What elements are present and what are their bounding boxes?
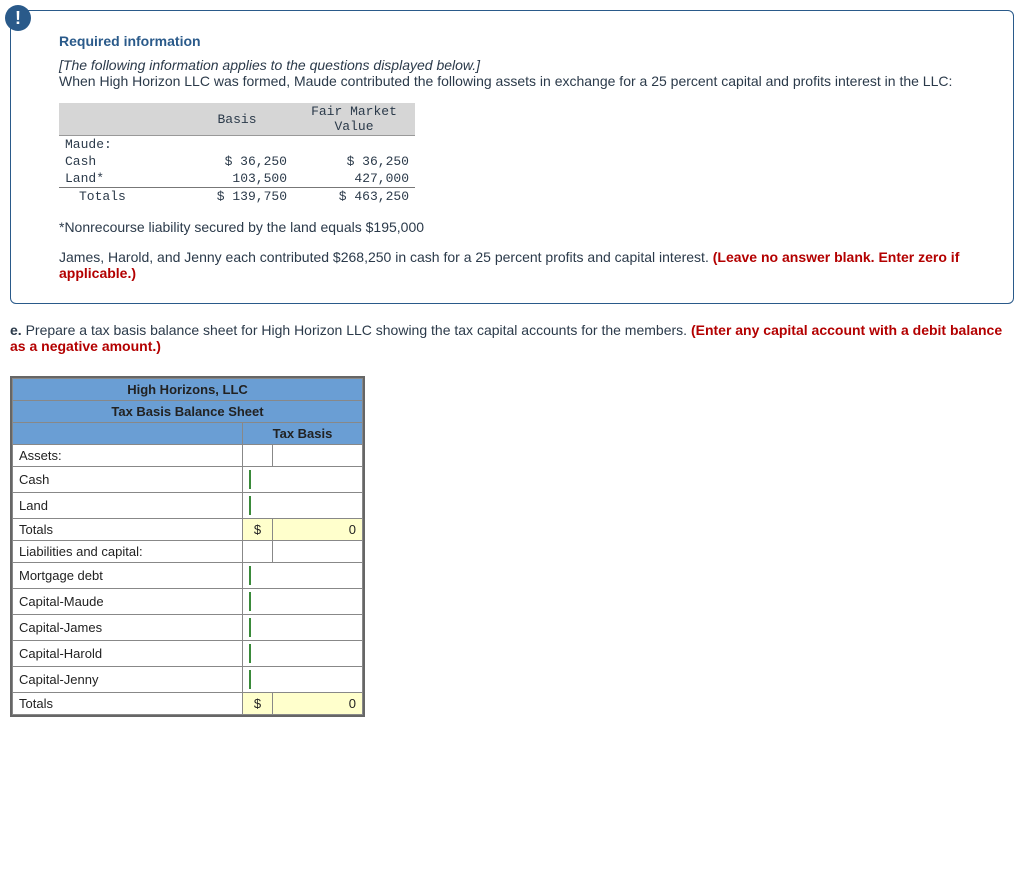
- partner-contrib-text: James, Harold, and Jenny each contribute…: [59, 249, 985, 281]
- bs-subtitle: Tax Basis Balance Sheet: [13, 401, 363, 423]
- bs-assets-header: Assets:: [13, 445, 243, 467]
- bs-liab-header: Liabilities and capital:: [13, 541, 243, 563]
- required-info-box: ! Required information [The following in…: [10, 10, 1014, 304]
- row-land-basis: 103,500: [181, 170, 293, 188]
- col-basis: Basis: [181, 103, 293, 136]
- intro-text: When High Horizon LLC was formed, Maude …: [59, 73, 985, 89]
- balance-sheet-table: High Horizons, LLC Tax Basis Balance She…: [12, 378, 363, 715]
- bs-liab-totals-sym: $: [243, 693, 273, 715]
- owner-label: Maude:: [59, 136, 181, 154]
- footnote: *Nonrecourse liability secured by the la…: [59, 219, 985, 235]
- row-cash-basis: $ 36,250: [181, 153, 293, 170]
- bs-assets-totals-val: 0: [273, 519, 363, 541]
- input-cap-james[interactable]: [249, 618, 356, 637]
- question-e: e. Prepare a tax basis balance sheet for…: [10, 322, 1014, 354]
- row-cash-fmv: $ 36,250: [293, 153, 415, 170]
- input-cash[interactable]: [249, 470, 356, 489]
- bs-row-cap-harold: Capital-Harold: [13, 641, 243, 667]
- bs-assets-totals-label: Totals: [13, 519, 243, 541]
- alert-icon: !: [5, 5, 31, 31]
- bs-row-cap-james: Capital-James: [13, 615, 243, 641]
- input-cap-jenny[interactable]: [249, 670, 356, 689]
- row-totals-label: Totals: [59, 188, 181, 206]
- balance-sheet-container: High Horizons, LLC Tax Basis Balance She…: [10, 376, 365, 717]
- bs-row-land: Land: [13, 493, 243, 519]
- bs-title: High Horizons, LLC: [13, 379, 363, 401]
- info-applies-hint: [The following information applies to th…: [59, 57, 985, 73]
- bs-liab-totals-val: 0: [273, 693, 363, 715]
- input-cap-harold[interactable]: [249, 644, 356, 663]
- bs-row-mortgage: Mortgage debt: [13, 563, 243, 589]
- row-land-fmv: 427,000: [293, 170, 415, 188]
- row-land-label: Land*: [59, 170, 181, 188]
- bs-row-cash: Cash: [13, 467, 243, 493]
- contribution-table: Basis Fair MarketValue Maude: Cash $ 36,…: [59, 103, 415, 205]
- input-land[interactable]: [249, 496, 356, 515]
- row-cash-label: Cash: [59, 153, 181, 170]
- row-totals-fmv: $ 463,250: [293, 188, 415, 206]
- bs-col-taxbasis: Tax Basis: [243, 423, 363, 445]
- bs-assets-totals-sym: $: [243, 519, 273, 541]
- required-info-title: Required information: [59, 33, 985, 49]
- question-label: e.: [10, 322, 22, 338]
- bs-liab-totals-label: Totals: [13, 693, 243, 715]
- col-fmv: Fair MarketValue: [293, 103, 415, 136]
- input-mortgage[interactable]: [249, 566, 356, 585]
- bs-blank-head: [13, 423, 243, 445]
- bs-row-cap-jenny: Capital-Jenny: [13, 667, 243, 693]
- input-cap-maude[interactable]: [249, 592, 356, 611]
- row-totals-basis: $ 139,750: [181, 188, 293, 206]
- bs-row-cap-maude: Capital-Maude: [13, 589, 243, 615]
